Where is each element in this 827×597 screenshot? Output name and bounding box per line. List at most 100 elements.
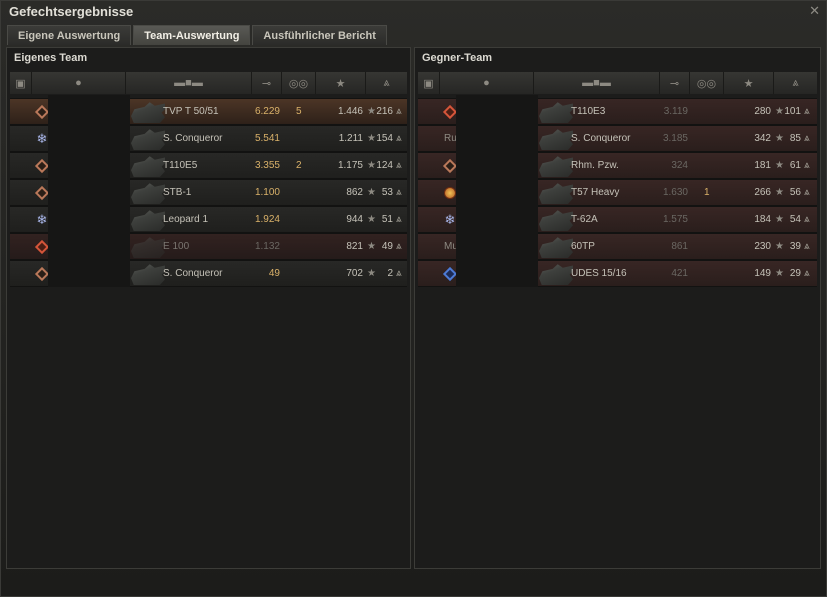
xp-value: 230 xyxy=(754,241,771,252)
tank-name: T110E5 xyxy=(163,160,198,171)
tank-image xyxy=(131,129,165,150)
clan-icon xyxy=(34,185,50,201)
score-value: 29 xyxy=(789,268,801,279)
tab-team-evaluation[interactable]: Team-Auswertung xyxy=(133,25,251,45)
player-name-redacted xyxy=(456,203,538,233)
tank-image xyxy=(539,129,573,150)
snowflake-icon: ❄ xyxy=(444,212,456,227)
team-row[interactable]: ❄ S. Conqueror 5.541 1.211 ★ 154 ⩓ xyxy=(10,122,407,152)
player-name-redacted xyxy=(456,257,538,287)
damage-icon[interactable]: ⊸ xyxy=(252,72,282,94)
xp-value: 1.446 xyxy=(337,106,363,117)
tank-image xyxy=(131,183,165,204)
xp-value: 342 xyxy=(754,133,771,144)
snowflake-icon: ❄ xyxy=(36,131,48,146)
vehicle-icon[interactable]: ▬■▬ xyxy=(126,72,252,94)
diamond-icon xyxy=(34,266,50,282)
tab-detailed-report[interactable]: Ausführlicher Bericht xyxy=(252,25,387,45)
damage-value: 5.541 xyxy=(254,133,280,144)
xp-value: 181 xyxy=(754,160,771,171)
team-row[interactable]: Mulli 60TP 861 230 ★ 39 ⩓ xyxy=(418,230,817,260)
rank-icon[interactable]: ⩓ xyxy=(366,72,407,94)
xp-value: 1.211 xyxy=(338,133,363,144)
rank-icon: ⩓ xyxy=(396,106,402,117)
team-row[interactable]: ❄ Leopard 1 1.924 944 ★ 51 ⩓ xyxy=(10,203,407,233)
tank-name: Leopard 1 xyxy=(163,214,209,225)
tank-name: T-62A xyxy=(571,214,598,225)
tank-name: STB-1 xyxy=(163,187,192,198)
team-row[interactable]: Rhm. Pzw. 324 181 ★ 61 ⩓ xyxy=(418,149,817,179)
score-value: 216 xyxy=(376,106,393,117)
team-row[interactable]: E 100 1.132 821 ★ 49 ⩓ xyxy=(10,230,407,260)
tab-bar: Eigene Auswertung Team-Auswertung Ausfüh… xyxy=(7,25,387,45)
damage-value: 49 xyxy=(268,268,280,279)
close-icon[interactable]: ✕ xyxy=(809,3,820,19)
clan-icon: ❄ xyxy=(35,132,49,146)
tank-name: S. Conqueror xyxy=(163,133,223,144)
player-name-redacted xyxy=(48,203,130,233)
damage-value: 324 xyxy=(671,160,688,171)
xp-value: 702 xyxy=(346,268,363,279)
score-value: 53 xyxy=(381,187,393,198)
damage-value: 3.355 xyxy=(254,160,280,171)
score-value: 49 xyxy=(381,241,393,252)
score-value: 51 xyxy=(381,214,393,225)
clan-icon xyxy=(34,104,50,120)
clan-icon xyxy=(442,158,458,174)
damage-value: 3.119 xyxy=(663,106,688,117)
rank-icon: ⩓ xyxy=(804,214,810,225)
tank-name: TVP T 50/51 xyxy=(163,106,219,117)
window-title: Gefechtsergebnisse xyxy=(9,4,134,19)
rank-icon: ⩓ xyxy=(396,241,402,252)
platoon-icon[interactable]: ▣ xyxy=(10,72,32,94)
own-team-header: ▣ ● ▬■▬ ⊸ ◎◎ ★ ⩓ xyxy=(10,72,407,94)
kills-icon[interactable]: ◎◎ xyxy=(282,72,316,94)
rank-icon: ⩓ xyxy=(804,187,810,198)
xp-star-icon[interactable]: ★ xyxy=(724,72,774,94)
team-row[interactable]: T57 Heavy 1.630 1 266 ★ 56 ⩓ xyxy=(418,176,817,206)
tank-image xyxy=(539,156,573,177)
team-row[interactable]: TVP T 50/51 6.229 5 1.446 ★ 216 ⩓ xyxy=(10,95,407,125)
team-row[interactable]: STB-1 1.100 862 ★ 53 ⩓ xyxy=(10,176,407,206)
damage-value: 1.924 xyxy=(254,214,280,225)
diamond-icon xyxy=(442,266,458,282)
rank-icon: ⩓ xyxy=(804,160,810,171)
team-row[interactable]: ❄ T-62A 1.575 184 ★ 54 ⩓ xyxy=(418,203,817,233)
player-icon[interactable]: ● xyxy=(32,72,126,94)
player-name-redacted xyxy=(48,257,130,287)
rank-icon: ⩓ xyxy=(396,160,402,171)
diamond-icon xyxy=(442,104,458,120)
team-row[interactable]: UDES 15/16 421 149 ★ 29 ⩓ xyxy=(418,257,817,287)
xp-star-icon[interactable]: ★ xyxy=(316,72,366,94)
diamond-icon xyxy=(442,158,458,174)
clan-icon xyxy=(34,239,50,255)
diamond-icon xyxy=(34,185,50,201)
team-row[interactable]: Rudi S. Conqueror 3.185 342 ★ 85 ⩓ xyxy=(418,122,817,152)
tank-image xyxy=(539,102,573,123)
player-icon[interactable]: ● xyxy=(440,72,534,94)
rank-icon[interactable]: ⩓ xyxy=(774,72,817,94)
damage-icon[interactable]: ⊸ xyxy=(660,72,690,94)
clan-icon xyxy=(443,186,457,200)
kills-value: 2 xyxy=(296,160,302,171)
team-row[interactable]: T110E5 3.355 2 1.175 ★ 124 ⩓ xyxy=(10,149,407,179)
platoon-icon[interactable]: ▣ xyxy=(418,72,440,94)
score-value: 2 xyxy=(387,268,393,279)
team-row[interactable]: S. Conqueror 49 702 ★ 2 ⩓ xyxy=(10,257,407,287)
vehicle-icon[interactable]: ▬■▬ xyxy=(534,72,660,94)
enemy-team-rows: T110E3 3.119 280 ★ 101 ⩓ Rudi S. Conqueror 3.185… xyxy=(418,95,817,287)
kills-value: 5 xyxy=(296,106,302,117)
xp-value: 821 xyxy=(346,241,363,252)
clan-icon: ❄ xyxy=(443,213,457,227)
tab-own-evaluation[interactable]: Eigene Auswertung xyxy=(7,25,132,45)
results-window: Gefechtsergebnisse ✕ Eigene Auswertung T… xyxy=(0,0,827,597)
player-name-redacted xyxy=(48,176,130,206)
tank-image xyxy=(539,183,573,204)
tank-name: T57 Heavy xyxy=(571,187,620,198)
score-value: 61 xyxy=(789,160,801,171)
team-row[interactable]: T110E3 3.119 280 ★ 101 ⩓ xyxy=(418,95,817,125)
kills-icon[interactable]: ◎◎ xyxy=(690,72,724,94)
tank-name: 60TP xyxy=(571,241,595,252)
xp-value: 280 xyxy=(754,106,771,117)
enemy-team-title: Gegner-Team xyxy=(422,52,493,64)
